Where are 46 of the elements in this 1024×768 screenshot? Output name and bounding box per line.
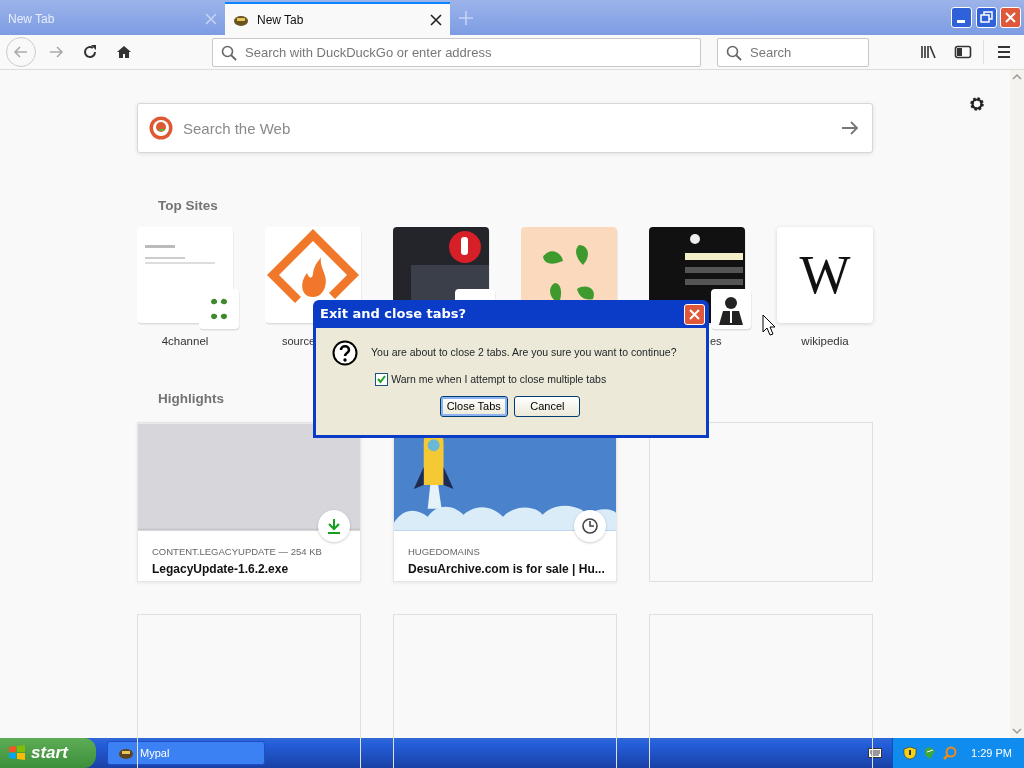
library-icon[interactable] (920, 44, 938, 60)
reload-icon[interactable] (82, 44, 98, 60)
site-label[interactable]: 4channel (161, 335, 209, 348)
search-icon (726, 44, 742, 61)
checkbox[interactable] (375, 373, 388, 387)
question-icon (332, 340, 358, 366)
cursor-icon (762, 314, 776, 336)
dialog-title: Exit and close tabs? (320, 305, 467, 324)
shield-icon[interactable] (903, 746, 918, 760)
keyboard-icon[interactable] (868, 748, 883, 758)
arrow-icon[interactable] (841, 120, 859, 136)
search-icon (221, 44, 237, 61)
highlight-source: CONTENT.LEGACYUPDATE — 254 KB (152, 544, 323, 558)
clock: 1:29 PM (971, 745, 1012, 761)
dialog-message: You are about to close 2 tabs. Are you sure you want to continue? (371, 345, 677, 361)
settings-icon[interactable] (968, 95, 986, 113)
app-icon (118, 746, 134, 760)
tab-label: New Tab (8, 10, 56, 28)
web-search-field[interactable]: Search the Web (137, 103, 873, 153)
home-icon[interactable] (116, 44, 132, 60)
highlight-card[interactable]: CONTENT.LEGACYUPDATE — 254 KB LegacyUpdate-1.6.2.exe (137, 421, 361, 582)
checkbox-label: Warn me when I attempt to close multiple tabs (391, 372, 607, 387)
sidebar-icon[interactable] (954, 44, 972, 60)
highlight-title: LegacyUpdate-1.6.2.exe (151, 560, 290, 578)
duck-icon (149, 116, 173, 140)
browser-tab[interactable]: New Tab (225, 2, 450, 35)
tab-label: New Tab (257, 11, 305, 29)
close-button[interactable] (684, 303, 705, 325)
site-label[interactable]: wikipedia (801, 335, 849, 348)
site-label[interactable]: es (710, 335, 722, 348)
menu-icon[interactable] (996, 44, 1012, 60)
highlight-title: DesuArchive.com is for sale | Hu... (407, 560, 606, 578)
windows-logo (8, 744, 26, 762)
taskbar-button[interactable]: Mypal (107, 741, 265, 765)
close-icon[interactable] (430, 13, 442, 26)
download-icon (326, 517, 342, 534)
wikipedia-logo[interactable]: W (777, 227, 873, 324)
highlight-source: HUGEDOMAINS (408, 544, 481, 558)
section-heading: Top Sites (157, 197, 218, 215)
dialog-button[interactable]: Close Tabs (439, 395, 508, 417)
search-field[interactable]: Search (717, 37, 869, 67)
dialog-button[interactable]: Cancel (514, 395, 581, 417)
clock-icon (581, 516, 599, 535)
scrollbar[interactable] (1010, 70, 1024, 738)
address-field[interactable]: Search with DuckDuckGo or enter address (212, 37, 701, 67)
section-heading: Highlights (157, 390, 224, 409)
